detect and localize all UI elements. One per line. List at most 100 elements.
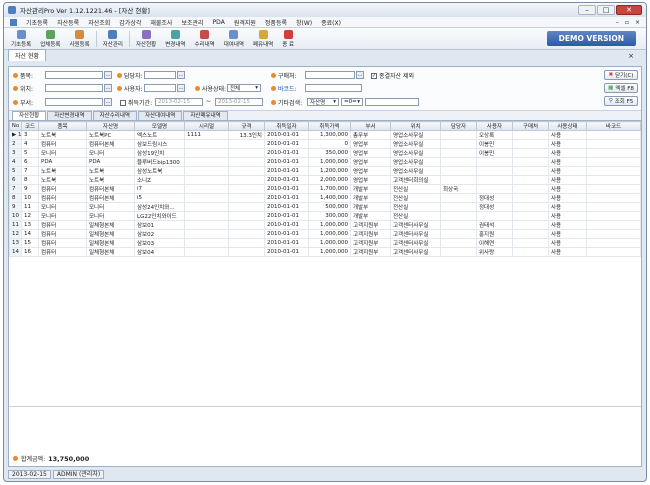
close-window-button[interactable]: ✕ <box>616 5 642 15</box>
other-search-input[interactable] <box>365 98 419 106</box>
table-cell: 7 <box>21 166 39 176</box>
menu-item-2[interactable]: 자산조회 <box>88 18 110 27</box>
toolbar-button-1[interactable]: 업체등록 <box>37 29 63 49</box>
menu-item-5[interactable]: 보조관리 <box>181 18 203 27</box>
search-button[interactable]: ⚲ 조회 F5 <box>604 96 638 106</box>
maximize-button[interactable]: □ <box>597 5 615 15</box>
table-row[interactable]: 3 5 모니터 모니터 삼성19인치 2010-01-01 350,000 영업부 영업소사무실… <box>9 148 641 158</box>
toolbar-button-8[interactable]: 폐유내역 <box>250 29 276 49</box>
toolbar-button-7[interactable]: 대여내역 <box>221 29 247 49</box>
other-op-select[interactable]: =0= ▾ <box>341 98 363 106</box>
table-row[interactable]: 4 6 PDA PDA 블루버드bip1300 2010-01-01 1,000,000 영업… <box>9 157 641 167</box>
location-input[interactable] <box>45 84 103 92</box>
mdi-minimize-button[interactable]: – <box>616 19 619 26</box>
table-cell: 사용 <box>548 238 587 248</box>
table-row[interactable]: 2 4 컴퓨터 컴퓨터본체 삼보드림시스 2010-01-01 0 영업부 영업소사무실 이봉민 사… <box>9 139 641 149</box>
column-header[interactable]: 취득가액 <box>308 121 351 131</box>
menu-item-10[interactable]: 종료(X) <box>321 18 341 27</box>
tab-4[interactable]: 자산폐유내역 <box>183 111 228 120</box>
table-row[interactable]: 14 16 컴퓨터 일체형본체 삼보04 2010-01-01 1,000,000 고객지원부… <box>9 247 641 257</box>
table-row[interactable]: 5 7 노트북 노트북 삼성노트북 2010-01-01 1,200,000 영업부 영업소사무… <box>9 166 641 176</box>
empty-row <box>9 299 641 310</box>
toolbar-button-3[interactable]: 자산관리 <box>100 29 126 49</box>
barcode-input[interactable] <box>305 84 362 92</box>
table-cell: 컴퓨터 <box>38 247 87 257</box>
column-header[interactable]: 코드 <box>21 121 39 131</box>
toolbar-button-4[interactable]: 자산현황 <box>133 29 159 49</box>
column-header[interactable]: 품목 <box>38 121 87 131</box>
table-row[interactable]: ▶ 1 3 노트북 노트북PC 엑스노트 1111 13.3인치 2010-01-01 1,30… <box>9 130 641 140</box>
table-row[interactable]: 6 8 노트북 노트북 소니Z 2010-01-01 2,000,000 영업부 고객센터회의실… <box>9 175 641 185</box>
column-header[interactable]: 부서 <box>350 121 391 131</box>
table-row[interactable]: 13 15 컴퓨터 일체형본체 삼보03 2010-01-01 1,000,000 고객지원부… <box>9 238 641 248</box>
tab-2[interactable]: 자산수리내역 <box>92 111 137 120</box>
column-header[interactable]: 담당자 <box>440 121 477 131</box>
column-header[interactable]: 사용자 <box>476 121 513 131</box>
tab-3[interactable]: 자산대여내역 <box>138 111 183 120</box>
toolbar-button-9[interactable]: 종 료 <box>279 29 297 49</box>
toolbar-button-5[interactable]: 변경내역 <box>162 29 188 49</box>
column-header[interactable]: 취득일자 <box>264 121 309 131</box>
menu-item-6[interactable]: PDA <box>213 19 225 26</box>
column-header[interactable]: 구매처 <box>512 121 549 131</box>
menu-item-8[interactable]: 정품등록 <box>265 18 287 27</box>
buyer-input[interactable] <box>305 71 355 79</box>
menu-item-7[interactable]: 원격지원 <box>234 18 256 27</box>
menu-item-0[interactable]: 기초등록 <box>26 18 48 27</box>
column-header[interactable]: 사용상태 <box>548 121 587 131</box>
column-header[interactable]: 시리얼 <box>184 121 229 131</box>
menu-item-1[interactable]: 자산등록 <box>57 18 79 27</box>
mdi-close-button[interactable]: × <box>635 19 640 26</box>
column-header[interactable]: 위치 <box>390 121 441 131</box>
close-button[interactable]: ✖ 닫기(C) <box>604 70 638 80</box>
table-row[interactable]: 11 13 컴퓨터 일체형본체 삼보01 2010-01-01 1,000,000 고객지원부… <box>9 220 641 230</box>
mdi-restore-button[interactable]: ▫ <box>625 19 629 26</box>
doc-tab-close-icon[interactable]: × <box>622 51 640 61</box>
toolbar-button-label: 종 료 <box>282 41 295 48</box>
menu-item-3[interactable]: 감가상각 <box>119 18 141 27</box>
empty-row <box>9 334 641 344</box>
item-input[interactable] <box>45 71 103 79</box>
table-row[interactable]: 12 14 컴퓨터 일체형본체 삼보02 2010-01-01 1,000,000 고객지원부… <box>9 229 641 239</box>
minimize-button[interactable]: – <box>578 5 596 15</box>
date-to-input[interactable]: 2013-02-15 <box>215 98 263 106</box>
asset-grid[interactable]: No 코드 품목 자산명 모델명 시리얼 규격 취득일자 취득가액 부서 위치 담당자 사용자 구매처 사용… <box>9 121 641 407</box>
column-header[interactable]: 자산명 <box>86 121 135 131</box>
date-from-input[interactable]: 2013-02-15 <box>155 98 203 106</box>
menu-item-9[interactable]: 창(W) <box>296 18 312 27</box>
item-lookup-button[interactable]: … <box>104 71 112 79</box>
manager-input[interactable] <box>144 71 176 79</box>
table-row[interactable]: 9 11 모니터 모니터 삼성24인치와... 2010-01-01 500,000 개발부 전… <box>9 202 641 212</box>
toolbar-button-0[interactable]: 기초등록 <box>8 29 34 49</box>
user-lookup-button[interactable]: … <box>177 84 185 92</box>
excel-button[interactable]: ▦ 엑셀 F8 <box>604 83 638 93</box>
dept-input[interactable] <box>45 98 103 106</box>
acq-period-checkbox[interactable] <box>120 99 126 106</box>
window-title: 자산관리Pro Ver 1.12.1221.46 - [자산 현황] <box>20 7 150 15</box>
empty-row <box>9 264 641 275</box>
table-cell: 2010-01-01 <box>264 175 309 185</box>
tab-0[interactable]: 자산현황 <box>12 111 47 120</box>
toolbar-button-2[interactable]: 사원등록 <box>67 29 93 49</box>
table-row[interactable]: 10 12 모니터 모니터 LG22인치와이드 2010-01-01 300,000 개발부 전… <box>9 211 641 221</box>
table-cell: 2010-01-01 <box>264 139 309 149</box>
column-header[interactable]: 모델명 <box>134 121 185 131</box>
buyer-lookup-button[interactable]: … <box>356 71 364 79</box>
column-header[interactable]: 바코드 <box>586 121 641 131</box>
tab-1[interactable]: 자산변경내역 <box>47 111 92 120</box>
menu-item-4[interactable]: 재물조사 <box>150 18 172 27</box>
column-header[interactable]: 규격 <box>228 121 265 131</box>
dept-lookup-button[interactable]: … <box>104 98 112 106</box>
toolbar-icon <box>141 29 151 39</box>
exclude-disposed-checkbox[interactable]: ✓ <box>371 72 377 79</box>
manager-lookup-button[interactable]: … <box>177 71 185 79</box>
column-header[interactable]: No <box>9 121 22 131</box>
doc-tab-asset-status[interactable]: 자산 현황 <box>8 49 46 61</box>
user-input[interactable] <box>144 84 176 92</box>
toolbar-button-6[interactable]: 수리내역 <box>192 29 218 49</box>
status-select[interactable]: 전체 ▾ <box>227 84 261 92</box>
location-lookup-button[interactable]: … <box>104 84 112 92</box>
other-field-select[interactable]: 자산명 ▾ <box>307 98 339 106</box>
table-row[interactable]: 7 9 컴퓨터 컴퓨터본체 i7 2010-01-01 1,700,000 개발부 전산실 최상국… <box>9 184 641 194</box>
table-row[interactable]: 8 10 컴퓨터 컴퓨터본체 i5 2010-01-01 1,400,000 개발부 전산실 정대… <box>9 193 641 203</box>
